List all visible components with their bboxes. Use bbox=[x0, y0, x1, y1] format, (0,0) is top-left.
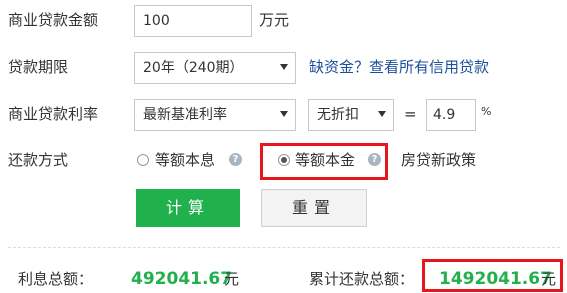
chevron-down-icon bbox=[280, 111, 288, 117]
discount-selected: 无折扣 bbox=[317, 107, 359, 123]
loan-term-selected: 20年（240期） bbox=[143, 60, 244, 76]
chevron-down-icon bbox=[280, 64, 288, 70]
interest-total-unit: 元 bbox=[224, 270, 240, 288]
loan-amount-input[interactable]: 100 bbox=[134, 5, 252, 37]
chevron-down-icon bbox=[378, 111, 386, 117]
interest-rate-label: 商业贷款利率 bbox=[8, 105, 99, 123]
total-repayment-value: 1492041.67 bbox=[439, 269, 552, 289]
reset-button[interactable]: 重置 bbox=[261, 189, 367, 227]
radio-equal-installment[interactable] bbox=[137, 154, 149, 166]
equals-sign: = bbox=[404, 105, 417, 123]
credit-loan-link[interactable]: 缺资金？查看所有信用贷款 bbox=[309, 57, 489, 77]
divider bbox=[8, 247, 560, 248]
policy-link[interactable]: 房贷新政策 bbox=[401, 150, 476, 170]
calculate-button[interactable]: 计算 bbox=[136, 189, 240, 227]
loan-term-label: 贷款期限 bbox=[8, 58, 69, 76]
radio-equal-principal[interactable] bbox=[278, 154, 290, 166]
discount-select[interactable]: 无折扣 bbox=[308, 99, 394, 131]
total-repayment-unit: 元 bbox=[541, 270, 557, 288]
loan-amount-unit: 万元 bbox=[259, 11, 290, 29]
help-icon[interactable]: ? bbox=[229, 153, 242, 166]
equal-principal-label[interactable]: 等额本金 bbox=[295, 150, 355, 170]
total-repayment-label: 累计还款总额： bbox=[309, 270, 415, 288]
repayment-label: 还款方式 bbox=[8, 151, 69, 169]
interest-total-label: 利息总额： bbox=[18, 270, 94, 288]
rate-unit: % bbox=[481, 105, 492, 118]
help-icon[interactable]: ? bbox=[368, 153, 381, 166]
rate-input[interactable]: 4.9 bbox=[426, 99, 476, 131]
equal-installment-label[interactable]: 等额本息 bbox=[155, 150, 215, 170]
loan-term-select[interactable]: 20年（240期） bbox=[134, 52, 296, 84]
rate-type-selected: 最新基准利率 bbox=[143, 107, 227, 123]
interest-total-value: 492041.67 bbox=[131, 269, 233, 289]
loan-amount-label: 商业贷款金额 bbox=[8, 11, 99, 29]
rate-type-select[interactable]: 最新基准利率 bbox=[134, 99, 296, 131]
